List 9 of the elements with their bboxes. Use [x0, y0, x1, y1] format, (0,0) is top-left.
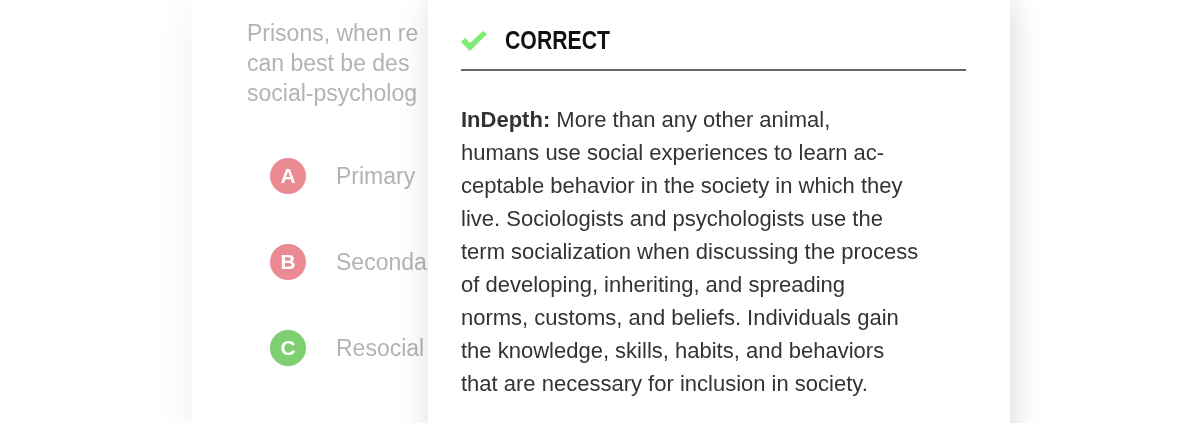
option-text: Resocial — [336, 334, 425, 362]
option-letter: A — [270, 158, 306, 194]
option-text: Primary — [336, 162, 416, 190]
result-label: CORRECT — [505, 26, 611, 55]
option-letter: C — [270, 330, 306, 366]
question-text: Prisons, when re can best be des social-psycholog — [247, 19, 420, 108]
explanation-text: InDepth: More than any other animal, humans use social experiences to learn ac- ceptable behavior in the society in which they live. Sociologists and psychologists use the term socialization when discussing the process of developing, inheriting, and spreading norms, customs, and beliefs. Individuals gain the knowledge, skills, habits, and behaviors that are necessary for inclusion in society. — [461, 106, 920, 398]
option-text: Seconda — [336, 248, 427, 276]
option-letter: B — [270, 244, 306, 280]
